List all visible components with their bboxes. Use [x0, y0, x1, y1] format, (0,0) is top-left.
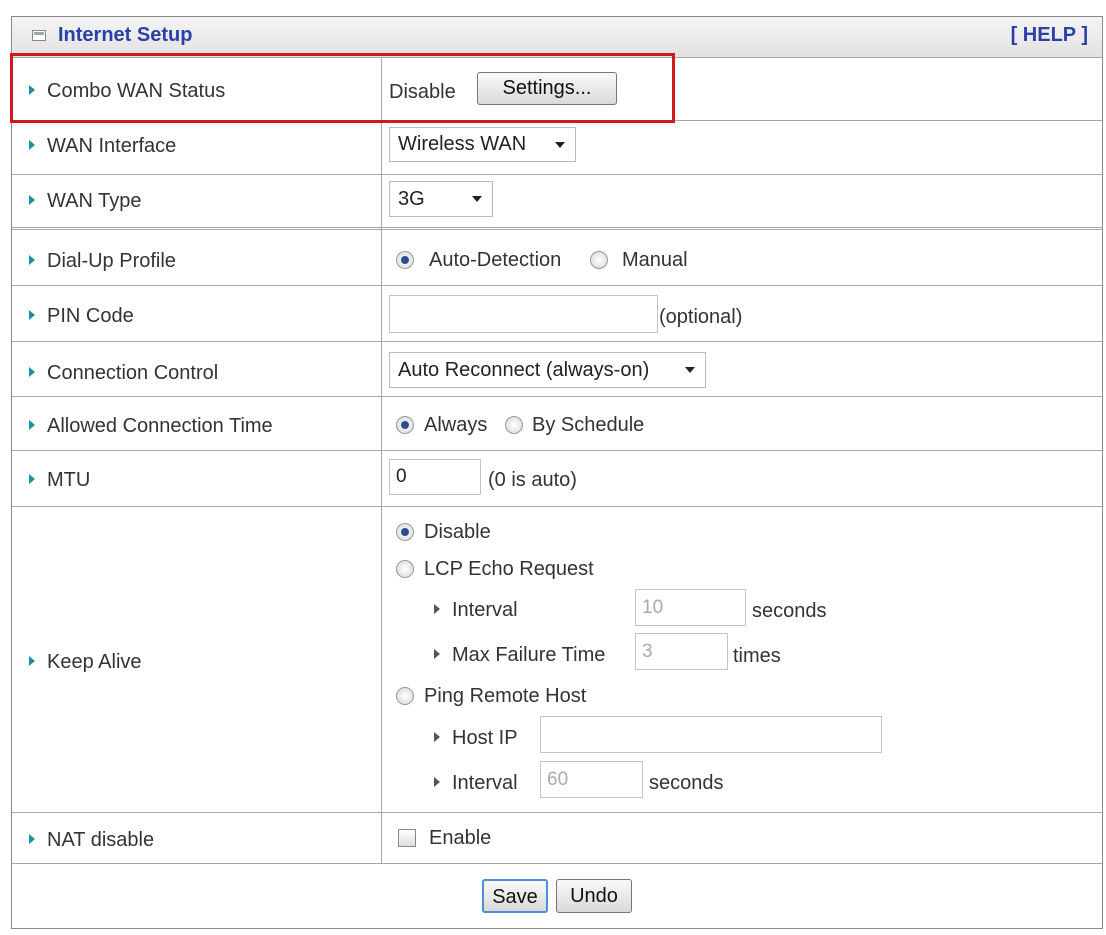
keep-alive-disable-radio[interactable] [396, 523, 414, 541]
arrow-icon [434, 731, 440, 742]
manual-radio[interactable] [590, 251, 608, 269]
arrow-icon [29, 473, 35, 484]
connection-control-label: Connection Control [29, 362, 218, 385]
save-button[interactable]: Save [482, 879, 548, 913]
ping-remote-host-radio[interactable] [396, 687, 414, 705]
wan-type-label: WAN Type [29, 190, 141, 213]
highlight-box [10, 53, 675, 123]
arrow-icon [29, 366, 35, 377]
wan-interface-select[interactable]: Wireless WAN [389, 127, 576, 162]
connection-control-label-text: Connection Control [47, 362, 219, 384]
nat-enable-label: Enable [429, 827, 492, 849]
wan-type-label-text: WAN Type [47, 190, 142, 212]
column-divider [381, 57, 382, 864]
help-link[interactable]: [ HELP ] [1011, 24, 1088, 47]
arrow-icon [434, 603, 440, 614]
always-radio[interactable] [396, 416, 414, 434]
pin-code-label: PIN Code [29, 305, 134, 328]
mtu-hint: (0 is auto) [488, 469, 577, 491]
undo-button[interactable]: Undo [556, 879, 632, 913]
ping-interval-input[interactable] [540, 761, 643, 798]
pin-code-input[interactable] [389, 295, 658, 333]
lcp-interval-input[interactable] [635, 589, 746, 626]
arrow-icon [29, 254, 35, 265]
mtu-input[interactable] [389, 459, 481, 495]
auto-detection-radio[interactable] [396, 251, 414, 269]
chevron-down-icon [472, 196, 482, 202]
lcp-interval-label: Interval [434, 599, 518, 622]
wan-interface-label-text: WAN Interface [47, 135, 177, 157]
wan-interface-label: WAN Interface [29, 135, 176, 158]
mtu-label-text: MTU [47, 469, 91, 491]
row-nat [12, 813, 1102, 864]
max-failure-label-text: Max Failure Time [452, 644, 606, 666]
auto-detection-label: Auto-Detection [429, 249, 562, 271]
mtu-label: MTU [29, 469, 90, 492]
max-failure-unit: times [733, 645, 781, 667]
keep-alive-label: Keep Alive [29, 651, 142, 674]
host-ip-label: Host IP [434, 727, 518, 750]
allowed-time-label: Allowed Connection Time [29, 415, 273, 438]
chevron-down-icon [685, 367, 695, 373]
allowed-time-label-text: Allowed Connection Time [47, 415, 273, 437]
connection-control-select[interactable]: Auto Reconnect (always-on) [389, 352, 706, 388]
lcp-interval-label-text: Interval [452, 599, 518, 621]
ping-interval-label: Interval [434, 772, 518, 795]
arrow-icon [29, 309, 35, 320]
pin-code-hint: (optional) [659, 306, 743, 328]
arrow-icon [29, 139, 35, 150]
window-icon [32, 30, 46, 41]
arrow-icon [29, 194, 35, 205]
nat-enable-checkbox[interactable] [398, 829, 416, 847]
arrow-icon [29, 655, 35, 666]
ping-interval-label-text: Interval [452, 772, 518, 794]
wan-type-select[interactable]: 3G [389, 181, 493, 217]
connection-control-value: Auto Reconnect (always-on) [398, 359, 650, 381]
lcp-echo-radio[interactable] [396, 560, 414, 578]
ping-interval-unit: seconds [649, 772, 724, 794]
manual-label: Manual [622, 249, 688, 271]
arrow-icon [29, 419, 35, 430]
nat-disable-label-text: NAT disable [47, 829, 155, 851]
host-ip-label-text: Host IP [452, 727, 518, 749]
arrow-icon [434, 776, 440, 787]
lcp-echo-label: LCP Echo Request [424, 558, 594, 580]
always-label: Always [424, 414, 488, 436]
keep-alive-label-text: Keep Alive [47, 651, 142, 673]
page-title: Internet Setup [58, 24, 193, 46]
row-wan-type [12, 175, 1102, 230]
arrow-icon [434, 648, 440, 659]
panel-header: Internet Setup [ HELP ] [12, 17, 1102, 58]
lcp-interval-unit: seconds [752, 600, 827, 622]
chevron-down-icon [555, 141, 565, 148]
keep-alive-disable-label: Disable [424, 521, 491, 543]
pin-code-label-text: PIN Code [47, 305, 134, 327]
dial-up-label: Dial-Up Profile [29, 250, 176, 273]
wan-type-value: 3G [398, 188, 425, 210]
nat-disable-label: NAT disable [29, 829, 154, 852]
arrow-icon [29, 833, 35, 844]
wan-interface-value: Wireless WAN [398, 133, 527, 155]
host-ip-input[interactable] [540, 716, 882, 753]
max-failure-input[interactable] [635, 633, 728, 670]
ping-remote-host-label: Ping Remote Host [424, 685, 587, 707]
max-failure-label: Max Failure Time [434, 644, 605, 667]
by-schedule-label: By Schedule [532, 414, 645, 436]
by-schedule-radio[interactable] [505, 416, 523, 434]
dial-up-label-text: Dial-Up Profile [47, 250, 176, 272]
